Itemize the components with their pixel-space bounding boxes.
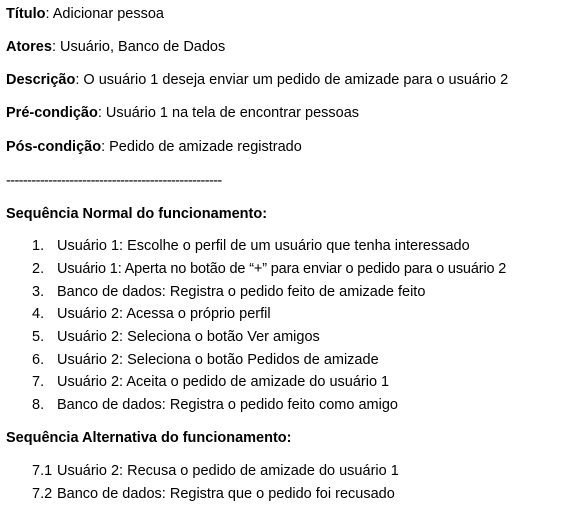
field-value: Usuário, Banco de Dados — [60, 39, 226, 55]
list-item-number: 7.2 — [32, 486, 53, 502]
field-value: Adicionar pessoa — [52, 6, 164, 22]
list-item: 3. Banco de dados: Registra o pedido fei… — [0, 285, 562, 303]
list-item-text: Usuário 2: Recusa o pedido de amizade do… — [57, 463, 399, 479]
list-item-number: 1. — [32, 238, 45, 254]
list-item-number: 7.1 — [32, 463, 53, 479]
field-titulo: Título: Adicionar pessoa — [6, 7, 164, 22]
normal-sequence-heading: Sequência Normal do funcionamento: — [6, 206, 268, 222]
list-item: 7. Usuário 2: Aceita o pedido de amizade… — [0, 375, 562, 393]
field-label: Descrição — [6, 72, 76, 88]
alternative-sequence-heading: Sequência Alternativa do funcionamento: — [6, 430, 292, 446]
list-item-text: Usuário 2: Aceita o pedido de amizade do… — [57, 374, 390, 390]
field-separator: : — [51, 39, 60, 55]
list-item-text: Usuário 1: Aperta no botão de “+” para e… — [57, 261, 507, 277]
list-item-number: 8. — [32, 397, 45, 413]
list-item: 1. Usuário 1: Escolhe o perfil de um usu… — [0, 239, 562, 257]
list-item-text: Banco de dados: Registra o pedido feito … — [57, 397, 398, 413]
list-item-text: Banco de dados: Registra o pedido feito … — [57, 284, 426, 300]
list-item-number: 6. — [32, 352, 45, 368]
list-item: 4. Usuário 2: Acessa o próprio perfil — [0, 307, 562, 325]
list-item: 8. Banco de dados: Registra o pedido fei… — [0, 398, 562, 416]
list-item: 7.1 Usuário 2: Recusa o pedido de amizad… — [0, 464, 562, 482]
field-label: Título — [6, 6, 46, 22]
field-atores: Atores: Usuário, Banco de Dados — [6, 40, 225, 55]
field-descricao: Descrição: O usuário 1 deseja enviar um … — [6, 73, 508, 88]
field-label: Pré-condição — [6, 105, 98, 121]
list-item-number: 5. — [32, 329, 45, 345]
list-item-number: 3. — [32, 284, 45, 300]
list-item-number: 7. — [32, 374, 45, 390]
list-item-number: 2. — [32, 261, 45, 277]
field-separator: : — [45, 6, 53, 22]
list-item-text: Usuário 2: Acessa o próprio perfil — [57, 306, 271, 322]
field-value: Usuário 1 na tela de encontrar pessoas — [105, 105, 360, 121]
list-item-text: Usuário 2: Seleciona o botão Ver amigos — [57, 329, 320, 345]
list-item-text: Usuário 1: Escolhe o perfil de um usuári… — [57, 238, 470, 254]
list-item: 5. Usuário 2: Seleciona o botão Ver amig… — [0, 330, 562, 348]
list-item: 2. Usuário 1: Aperta no botão de “+” par… — [0, 262, 562, 280]
list-item: 6. Usuário 2: Seleciona o botão Pedidos … — [0, 353, 562, 371]
field-value: Pedido de amizade registrado — [109, 139, 302, 155]
dashed-divider: ----------------------------------------… — [6, 173, 222, 189]
field-pre-condicao: Pré-condição: Usuário 1 na tela de encon… — [6, 106, 359, 121]
field-pos-condicao: Pós-condição: Pedido de amizade registra… — [6, 140, 302, 155]
list-item-text: Banco de dados: Registra que o pedido fo… — [57, 486, 395, 502]
field-separator: : — [97, 105, 106, 121]
list-item-number: 4. — [32, 306, 45, 322]
field-label: Pós-condição — [6, 139, 102, 155]
list-item-text: Usuário 2: Seleciona o botão Pedidos de … — [57, 352, 379, 368]
use-case-document: Título: Adicionar pessoa Atores: Usuário… — [0, 0, 562, 516]
field-separator: : — [101, 139, 110, 155]
field-label: Atores — [6, 39, 52, 55]
list-item: 7.2 Banco de dados: Registra que o pedid… — [0, 487, 562, 505]
field-value: O usuário 1 deseja enviar um pedido de a… — [83, 72, 509, 88]
